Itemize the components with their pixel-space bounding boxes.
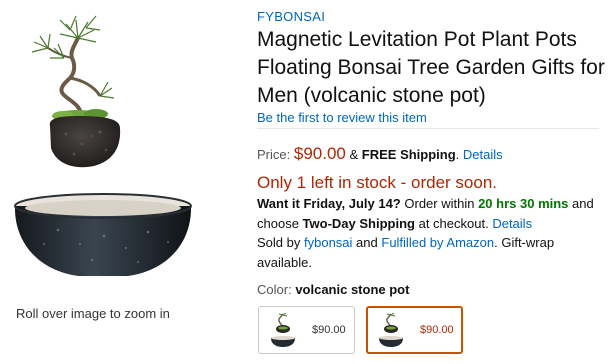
delivery-date: Want it Friday, July 14? [257,196,401,211]
delivery-details-link[interactable]: Details [492,216,532,231]
brand-link[interactable]: FYBONSAI [257,9,325,24]
price-period: . [455,147,460,162]
seller-link[interactable]: fybonsai [304,235,352,250]
price-amp: & [349,147,359,162]
color-swatch-option[interactable]: $90.00 [258,306,355,354]
sold-by-text: Sold by [257,235,301,250]
swatch-price: $90.00 [312,324,346,336]
color-row: Color: volcanic stone pot [257,282,409,297]
fulfilled-by-amazon-link[interactable]: Fulfilled by Amazon [381,235,494,250]
and2-text: and [356,235,378,250]
color-swatch-option-selected[interactable]: $90.00 [366,306,463,354]
order-countdown: 20 hrs 30 mins [478,196,569,211]
price-amount: $90.00 [293,144,346,163]
shipping-method: Two-Day Shipping [302,215,415,231]
product-title: Magnetic Levitation Pot Plant Pots Float… [257,28,605,107]
stock-status: Only 1 left in stock - order soon. [257,173,497,192]
delivery-info: Want it Friday, July 14? Order within 20… [257,194,607,272]
at-checkout-text: at checkout. [418,215,489,231]
choose-text: choose [257,215,299,231]
order-within-text: Order within [404,196,475,211]
swatch-thumbnail [271,313,295,347]
divider [257,128,599,129]
color-label: Color: [257,282,292,297]
price-label: Price: [257,147,291,162]
shipping-details-link[interactable]: Details [463,147,503,162]
swatch-price: $90.00 [420,324,454,336]
and-text: and [572,196,594,211]
zoom-hint: Roll over image to zoom in [16,306,170,321]
product-image[interactable] [8,8,198,288]
color-selected-value: volcanic stone pot [295,282,410,297]
price-row: Price: $90.00 & FREE Shipping. Details [257,144,503,164]
review-link[interactable]: Be the first to review this item [257,110,427,125]
free-shipping-label: FREE Shipping [361,147,456,162]
swatch-thumbnail [379,313,403,347]
